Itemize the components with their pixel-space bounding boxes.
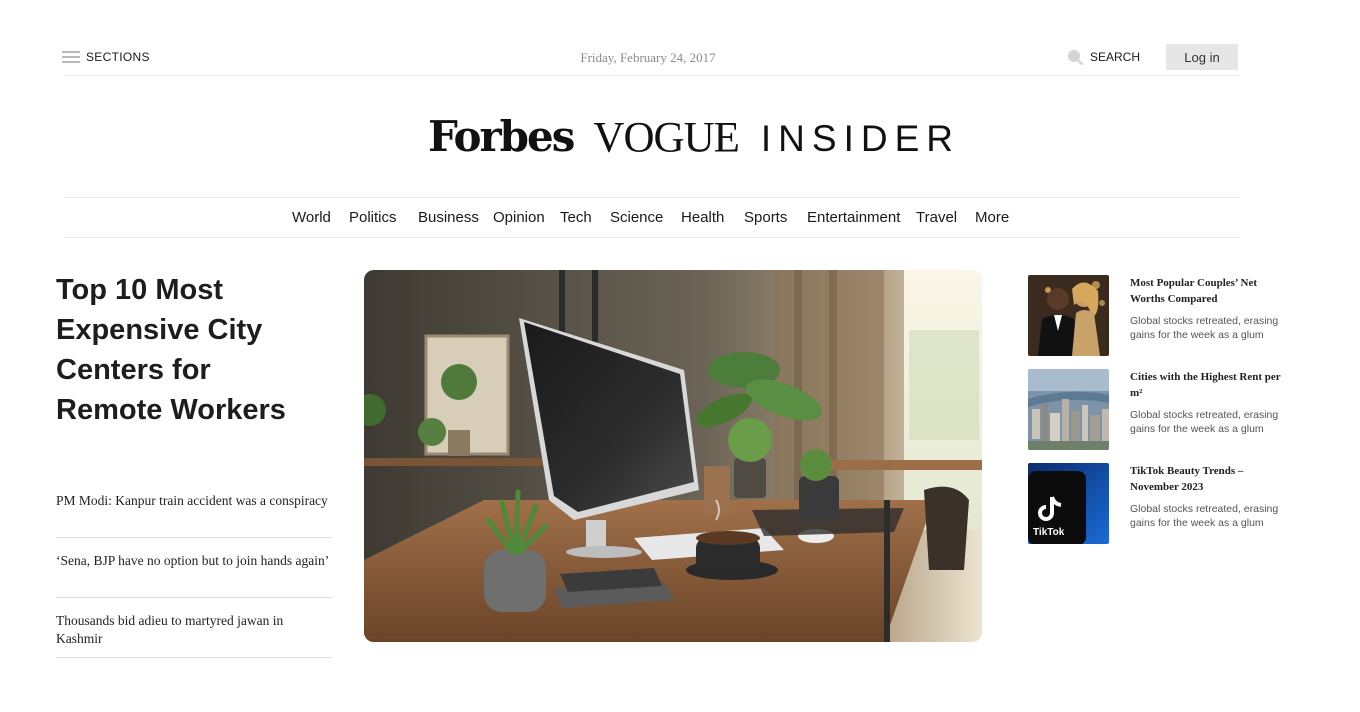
insider-logo[interactable]: INSIDER <box>761 118 960 160</box>
nav-item-health[interactable]: Health <box>681 209 724 226</box>
nav-item-more[interactable]: More <box>975 209 1009 226</box>
sidebar-story-title[interactable]: Cities with the Highest Rent per m² <box>1130 369 1290 401</box>
news-item[interactable]: Thousands bid adieu to martyred jawan in… <box>56 612 332 658</box>
nav-item-science[interactable]: Science <box>610 209 663 226</box>
sidebar-story-item[interactable]: TikTok TikTok Beauty Trends – November 2… <box>1028 463 1288 545</box>
nav-divider-top <box>64 197 1240 198</box>
search-icon <box>1068 50 1083 65</box>
brand-logos: Forbes VOGUE INSIDER <box>0 112 1360 162</box>
hero-image[interactable] <box>364 270 982 642</box>
city-aerial-photo <box>1028 369 1109 450</box>
vogue-logo[interactable]: VOGUE <box>593 113 739 163</box>
news-list: PM Modi: Kanpur train accident was a con… <box>56 492 332 658</box>
couple-photo <box>1028 275 1109 356</box>
nav-item-sports[interactable]: Sports <box>744 209 787 226</box>
nav-item-travel[interactable]: Travel <box>916 209 957 226</box>
sidebar-story-summary: Global stocks retreated, erasing gains f… <box>1130 503 1279 529</box>
search-button[interactable]: SEARCH <box>1067 49 1140 65</box>
search-label: SEARCH <box>1090 50 1141 64</box>
nav-divider-bottom <box>64 237 1240 238</box>
tiktok-thumbnail[interactable]: TikTok <box>1028 463 1109 544</box>
nav-item-tech[interactable]: Tech <box>560 209 592 226</box>
lead-headline[interactable]: Top 10 Most Expensive City Centers for R… <box>56 270 316 430</box>
tiktok-wordmark: TikTok <box>1033 527 1065 538</box>
top-bar: SECTIONS Friday, February 24, 2017 SEARC… <box>0 0 1360 80</box>
nav-item-world[interactable]: World <box>292 209 331 226</box>
nav-item-politics[interactable]: Politics <box>349 209 397 226</box>
sidebar-story-item[interactable]: Cities with the Highest Rent per m² Glob… <box>1028 369 1288 451</box>
main-nav: World Politics Business Opinion Tech Sci… <box>0 209 1360 229</box>
nav-item-business[interactable]: Business <box>418 209 479 226</box>
login-button[interactable]: Log in <box>1166 44 1238 70</box>
nav-item-entertainment[interactable]: Entertainment <box>807 209 900 226</box>
forbes-logo[interactable]: Forbes <box>428 112 575 161</box>
sidebar-story-title[interactable]: TikTok Beauty Trends – November 2023 <box>1130 463 1290 495</box>
city-thumbnail[interactable] <box>1028 369 1109 450</box>
couple-thumbnail[interactable] <box>1028 275 1109 356</box>
workspace-desk-illustration <box>364 270 982 642</box>
sidebar-story-summary: Global stocks retreated, erasing gains f… <box>1130 315 1279 341</box>
tiktok-logo-photo: TikTok <box>1028 463 1109 544</box>
sidebar-story-item[interactable]: Most Popular Couples’ Net Worths Compare… <box>1028 275 1288 357</box>
sidebar-story-summary: Global stocks retreated, erasing gains f… <box>1130 409 1279 435</box>
header-divider <box>64 75 1240 76</box>
news-item[interactable]: PM Modi: Kanpur train accident was a con… <box>56 492 332 538</box>
nav-item-opinion[interactable]: Opinion <box>493 209 545 226</box>
sidebar-story-title[interactable]: Most Popular Couples’ Net Worths Compare… <box>1130 275 1290 307</box>
news-item[interactable]: ‘Sena, BJP have no option but to join ha… <box>56 552 332 598</box>
